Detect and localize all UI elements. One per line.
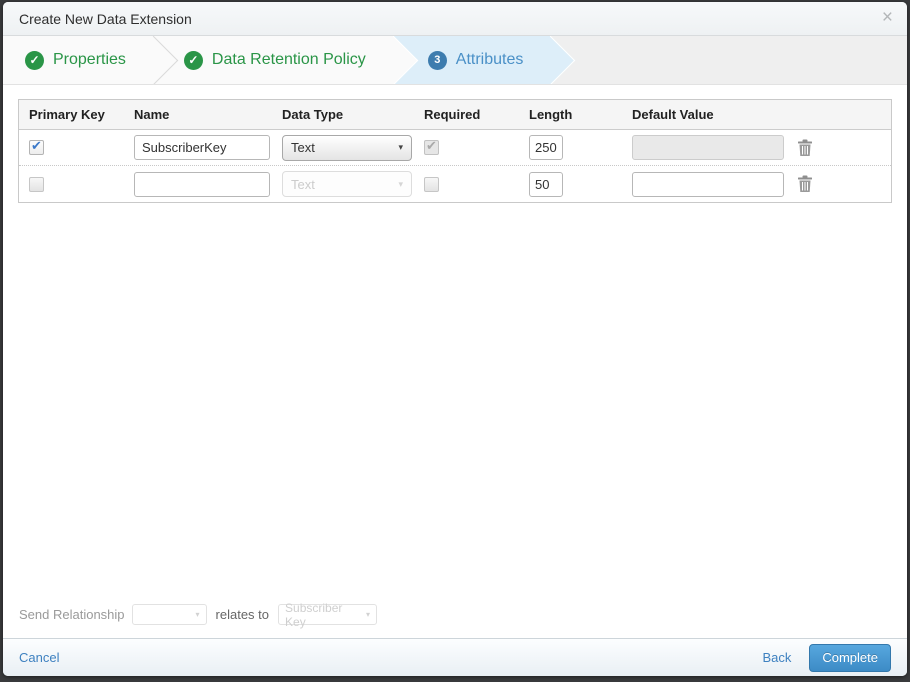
step-label: Data Retention Policy: [211, 51, 366, 68]
caret-down-icon: ▾: [398, 142, 403, 152]
length-field[interactable]: [529, 171, 563, 197]
col-header-required: Required: [424, 107, 481, 122]
check-circle-icon: ✓: [183, 50, 203, 70]
step-number-badge: 3: [427, 50, 447, 70]
relates-to-label: relates to: [215, 607, 270, 622]
step-label: Properties: [53, 51, 126, 68]
primary-key-checkbox[interactable]: [29, 176, 44, 192]
table-header-row: Primary Key Name Data Type Required Leng…: [19, 100, 891, 130]
caret-down-icon: ▾: [366, 610, 371, 619]
step-data-retention-policy[interactable]: ✓ Data Retention Policy: [153, 36, 394, 84]
create-data-extension-modal: Create New Data Extension × ✓ Properties…: [3, 2, 907, 676]
col-header-length: Length: [529, 107, 573, 122]
default-value-field: [632, 135, 784, 160]
modal-title-bar: Create New Data Extension ×: [3, 2, 907, 36]
length-field[interactable]: [529, 135, 563, 160]
attributes-table: Primary Key Name Data Type Required Leng…: [18, 99, 892, 203]
primary-key-checkbox[interactable]: [29, 138, 44, 155]
step-wizard: ✓ Properties ✓ Data Retention Policy 3 A…: [3, 36, 907, 85]
modal-content: Primary Key Name Data Type Required Leng…: [3, 85, 907, 638]
trash-icon[interactable]: [797, 175, 813, 193]
col-header-data-type: Data Type: [282, 107, 344, 122]
step-properties[interactable]: ✓ Properties: [3, 36, 154, 84]
name-field[interactable]: [134, 135, 270, 160]
close-icon[interactable]: ×: [882, 8, 893, 28]
col-header-name: Name: [134, 107, 170, 122]
default-value-field[interactable]: [632, 171, 784, 197]
col-header-primary-key: Primary Key: [29, 107, 105, 122]
table-row: Text ▾: [19, 130, 891, 166]
required-checkbox[interactable]: [424, 176, 439, 192]
subscriber-key-select: Subscriber Key ▾: [278, 601, 378, 629]
col-header-default-value: Default Value: [632, 107, 714, 122]
step-label: Attributes: [455, 51, 524, 68]
trash-icon[interactable]: [797, 139, 813, 157]
complete-button[interactable]: Complete: [809, 643, 891, 672]
caret-down-icon: ▾: [195, 610, 200, 619]
check-circle-icon: ✓: [25, 50, 44, 70]
required-checkbox: [424, 138, 439, 155]
send-relationship-field-select: ▾: [131, 604, 207, 625]
cancel-link[interactable]: Cancel: [19, 650, 59, 665]
back-link[interactable]: Back: [762, 650, 791, 665]
name-field[interactable]: [134, 171, 270, 197]
table-row: Text ▾: [19, 166, 891, 202]
send-relationship-label: Send Relationship: [19, 607, 125, 622]
modal-footer: Cancel Back Complete: [3, 638, 907, 676]
data-type-select: Text ▾: [282, 171, 412, 197]
send-relationship-row: Send Relationship ▾ relates to Subscribe…: [3, 601, 907, 638]
caret-down-icon: ▾: [398, 178, 403, 189]
modal-title: Create New Data Extension: [19, 10, 192, 27]
data-type-select[interactable]: Text ▾: [282, 134, 412, 161]
